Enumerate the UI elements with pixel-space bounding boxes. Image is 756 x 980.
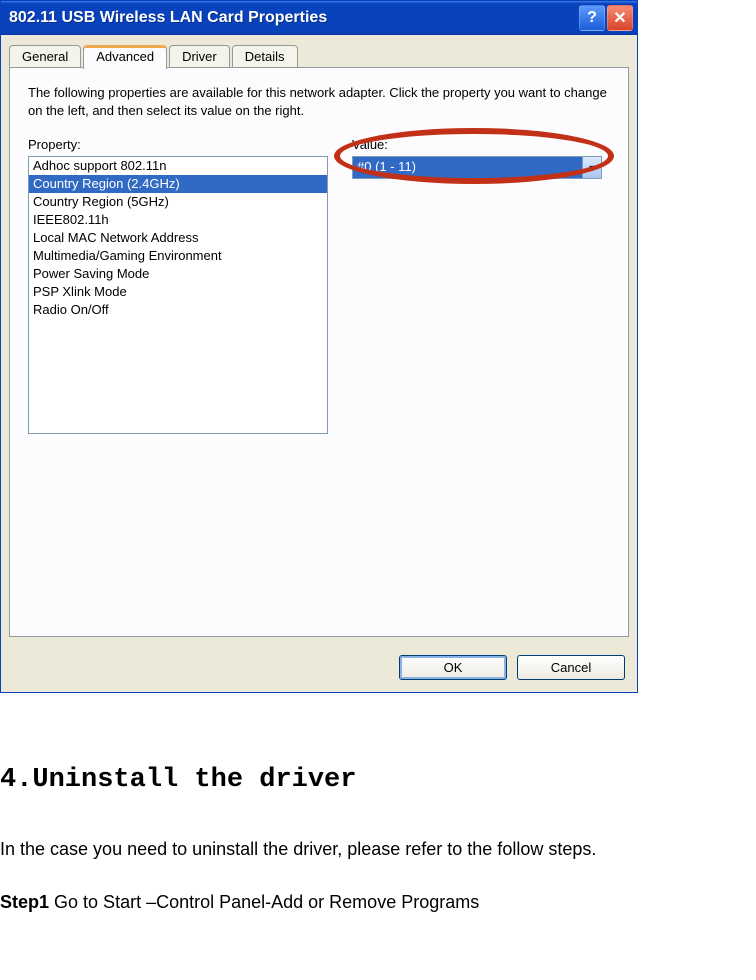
chevron-down-icon[interactable]: ▼ [582,157,601,178]
tab-container: General Advanced Driver Details The foll… [1,35,637,645]
list-item[interactable]: Country Region (2.4GHz) [29,175,327,193]
list-item[interactable]: Power Saving Mode [29,265,327,283]
value-column: Value: #0 (1 - 11) ▼ [352,137,610,434]
step-label: Step1 [0,892,49,912]
list-item[interactable]: PSP Xlink Mode [29,283,327,301]
value-combo-wrap: #0 (1 - 11) ▼ [352,156,610,179]
tab-strip: General Advanced Driver Details [9,45,629,68]
properties-dialog: 802.11 USB Wireless LAN Card Properties … [0,0,638,693]
ok-button[interactable]: OK [399,655,507,680]
tab-general[interactable]: General [9,45,81,68]
value-label: Value: [352,137,610,152]
tab-advanced[interactable]: Advanced [83,45,167,69]
property-column: Property: Adhoc support 802.11n Country … [28,137,328,434]
tab-details[interactable]: Details [232,45,298,68]
close-icon: ✕ [613,8,626,28]
value-dropdown-text: #0 (1 - 11) [353,157,582,178]
cancel-button[interactable]: Cancel [517,655,625,680]
intro-text: The following properties are available f… [28,84,610,119]
close-button[interactable]: ✕ [607,5,633,31]
section-intro: In the case you need to uninstall the dr… [0,835,756,864]
property-listbox[interactable]: Adhoc support 802.11n Country Region (2.… [28,156,328,434]
section-heading: 4.Uninstall the driver [0,765,756,795]
step-1: Step1 Go to Start –Control Panel-Add or … [0,892,756,913]
list-item[interactable]: Local MAC Network Address [29,229,327,247]
window-title: 802.11 USB Wireless LAN Card Properties [9,9,577,27]
step-text: Go to Start –Control Panel-Add or Remove… [49,892,479,912]
columns: Property: Adhoc support 802.11n Country … [28,137,610,434]
list-item[interactable]: Radio On/Off [29,301,327,319]
help-icon: ? [587,9,597,27]
document-body: 4.Uninstall the driver In the case you n… [0,701,756,913]
property-label: Property: [28,137,328,152]
dialog-button-row: OK Cancel [1,645,637,692]
list-item[interactable]: IEEE802.11h [29,211,327,229]
titlebar[interactable]: 802.11 USB Wireless LAN Card Properties … [1,1,637,35]
help-button[interactable]: ? [579,5,605,31]
tab-driver[interactable]: Driver [169,45,230,68]
list-item[interactable]: Adhoc support 802.11n [29,157,327,175]
list-item[interactable]: Multimedia/Gaming Environment [29,247,327,265]
value-dropdown[interactable]: #0 (1 - 11) ▼ [352,156,602,179]
list-item[interactable]: Country Region (5GHz) [29,193,327,211]
tab-panel-advanced: The following properties are available f… [9,67,629,637]
